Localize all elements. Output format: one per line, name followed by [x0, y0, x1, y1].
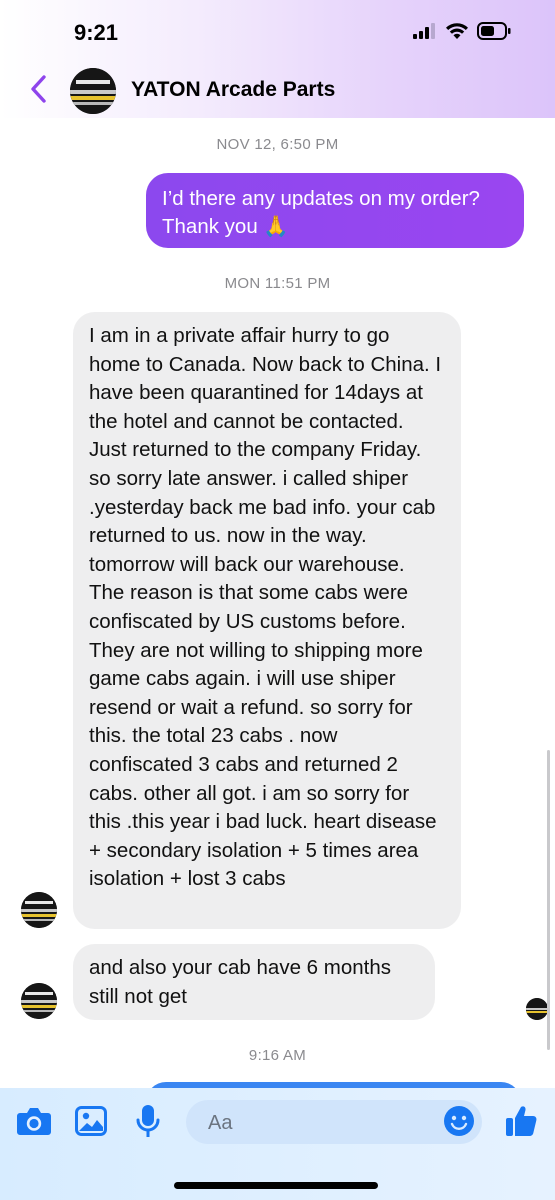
arcade-logo-image — [21, 892, 57, 928]
emoji-icon[interactable] — [443, 1105, 475, 1137]
message-input-container[interactable] — [186, 1100, 482, 1144]
microphone-icon[interactable] — [135, 1104, 161, 1140]
message-input[interactable] — [206, 1108, 430, 1138]
message-text: I am in a private affair hurry to go hom… — [89, 324, 442, 891]
sender-avatar[interactable] — [21, 983, 57, 1019]
timestamp: NOV 12, 6:50 PM — [216, 136, 339, 153]
message-text: and also your cab have 6 months still no… — [89, 956, 391, 1008]
status-time: 9:21 — [74, 20, 119, 45]
scrollbar[interactable] — [547, 750, 550, 1050]
home-indicator[interactable] — [174, 1182, 378, 1189]
contact-name[interactable]: YATON Arcade Parts — [131, 78, 335, 102]
signal-icon — [413, 23, 435, 39]
incoming-message[interactable]: and also your cab have 6 months still no… — [73, 944, 435, 1020]
status-icons — [413, 22, 511, 40]
back-chevron-icon[interactable] — [28, 74, 48, 104]
contact-avatar[interactable] — [70, 68, 116, 114]
wifi-icon — [446, 23, 468, 39]
chat-header: 9:21 YATON Arcade Parts — [0, 0, 555, 118]
timestamp: 9:16 AM — [248, 1047, 307, 1064]
read-receipt-avatar — [526, 998, 548, 1020]
arcade-logo-image — [21, 983, 57, 1019]
battery-icon — [477, 22, 511, 40]
camera-icon[interactable] — [16, 1105, 52, 1137]
outgoing-message[interactable]: I’d there any updates on my order? Thank… — [146, 173, 524, 248]
sender-avatar[interactable] — [21, 892, 57, 928]
gallery-icon[interactable] — [75, 1106, 107, 1136]
thumbs-up-icon[interactable] — [504, 1104, 538, 1138]
message-text: I’d there any updates on my order? Thank… — [162, 187, 480, 238]
timestamp: MON 11:51 PM — [224, 275, 331, 292]
incoming-message[interactable]: I am in a private affair hurry to go hom… — [73, 312, 461, 929]
arcade-logo-image — [70, 68, 116, 114]
